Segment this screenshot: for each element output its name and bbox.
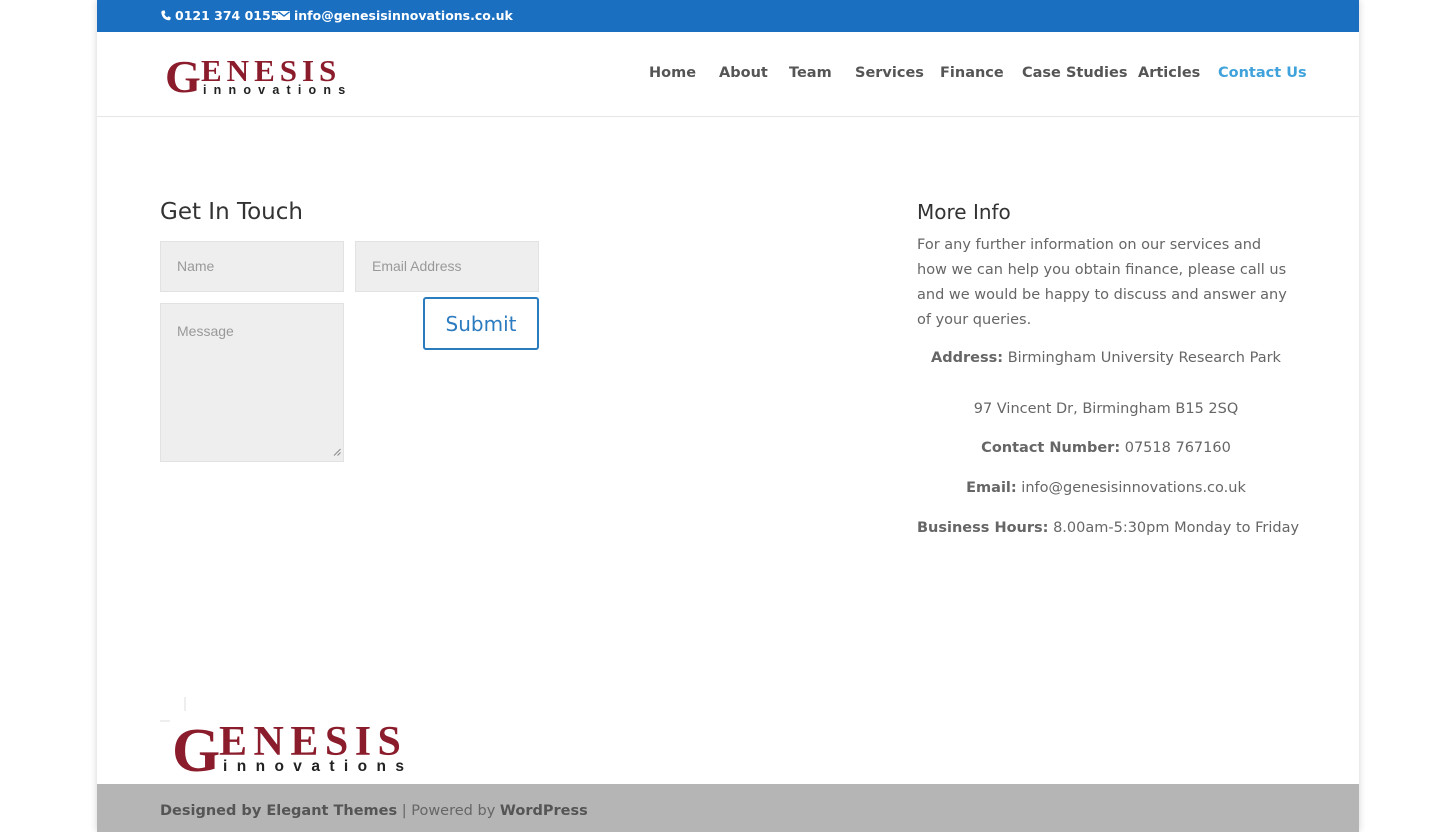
footer-credits: Designed by Elegant Themes | Powered by … xyxy=(160,803,588,819)
message-placeholder: Message xyxy=(177,323,234,339)
address-line-2: 97 Vincent Dr, Birmingham B15 2SQ xyxy=(973,401,1239,417)
contact-number-label: Contact Number: xyxy=(981,440,1121,456)
address-line: Address: Birmingham University Research … xyxy=(917,350,1295,366)
nav-finance[interactable]: Finance xyxy=(940,65,1004,81)
address-label: Address: xyxy=(931,350,1004,366)
footer-genesis-logo-graphic: G ENESIS innovations xyxy=(160,697,413,785)
contact-number-value: 07518 767160 xyxy=(1124,440,1231,456)
top-bar-email[interactable]: info@genesisinnovations.co.uk xyxy=(278,8,513,23)
envelope-icon xyxy=(278,11,290,20)
nav-home[interactable]: Home xyxy=(649,65,696,81)
nav-contact-us[interactable]: Contact Us xyxy=(1218,65,1307,81)
nav-services[interactable]: Services xyxy=(855,65,924,81)
email-placeholder: Email Address xyxy=(372,258,462,274)
svg-text:G: G xyxy=(172,717,220,783)
nav-articles[interactable]: Articles xyxy=(1138,65,1200,81)
more-info-heading: More Info xyxy=(917,200,1011,224)
business-hours-value: 8.00am-5:30pm Monday to Friday xyxy=(1053,520,1300,536)
contact-number-line: Contact Number: 07518 767160 xyxy=(917,440,1295,456)
email-input[interactable]: Email Address xyxy=(355,241,539,292)
svg-text:innovations: innovations xyxy=(203,83,352,97)
submit-button[interactable]: Submit xyxy=(423,297,539,350)
resize-handle-icon[interactable] xyxy=(333,443,341,459)
top-bar: 0121 374 0155 info@genesisinnovations.co… xyxy=(97,0,1359,32)
site-logo[interactable]: G ENESIS innovations xyxy=(165,51,365,102)
email-value: info@genesisinnovations.co.uk xyxy=(1021,480,1246,496)
name-input[interactable]: Name xyxy=(160,241,344,292)
name-placeholder: Name xyxy=(177,258,215,274)
footer-logo: G ENESIS innovations xyxy=(160,697,444,785)
nav-about[interactable]: About xyxy=(719,65,768,81)
wordpress-link[interactable]: WordPress xyxy=(500,803,588,819)
top-bar-phone[interactable]: 0121 374 0155 xyxy=(161,8,279,23)
phone-icon xyxy=(161,10,171,21)
business-hours-line: Business Hours: 8.00am-5:30pm Monday to … xyxy=(917,520,1299,536)
page-container: 0121 374 0155 info@genesisinnovations.co… xyxy=(97,0,1359,832)
email-line: Email: info@genesisinnovations.co.uk xyxy=(917,480,1295,496)
site-header: G ENESIS innovations Home About Team Ser… xyxy=(97,32,1359,117)
footer-bar: Designed by Elegant Themes | Powered by … xyxy=(97,784,1359,832)
get-in-touch-heading: Get In Touch xyxy=(160,199,303,225)
email-label: Email: xyxy=(966,480,1017,496)
more-info-intro: For any further information on our servi… xyxy=(917,237,1287,328)
elegant-themes-link[interactable]: Designed by Elegant Themes xyxy=(160,803,397,819)
nav-team[interactable]: Team xyxy=(789,65,832,81)
svg-text:G: G xyxy=(165,52,201,98)
business-hours-label: Business Hours: xyxy=(917,520,1049,536)
email-address: info@genesisinnovations.co.uk xyxy=(294,8,513,23)
message-textarea[interactable]: Message xyxy=(160,303,344,462)
nav-case-studies[interactable]: Case Studies xyxy=(1022,65,1127,81)
genesis-logo-graphic: G ENESIS innovations xyxy=(165,51,352,102)
phone-number: 0121 374 0155 xyxy=(175,8,280,23)
powered-by-text: | Powered by xyxy=(401,803,496,819)
svg-text:innovations: innovations xyxy=(223,758,413,775)
address-value: Birmingham University Research Park xyxy=(1007,350,1281,366)
